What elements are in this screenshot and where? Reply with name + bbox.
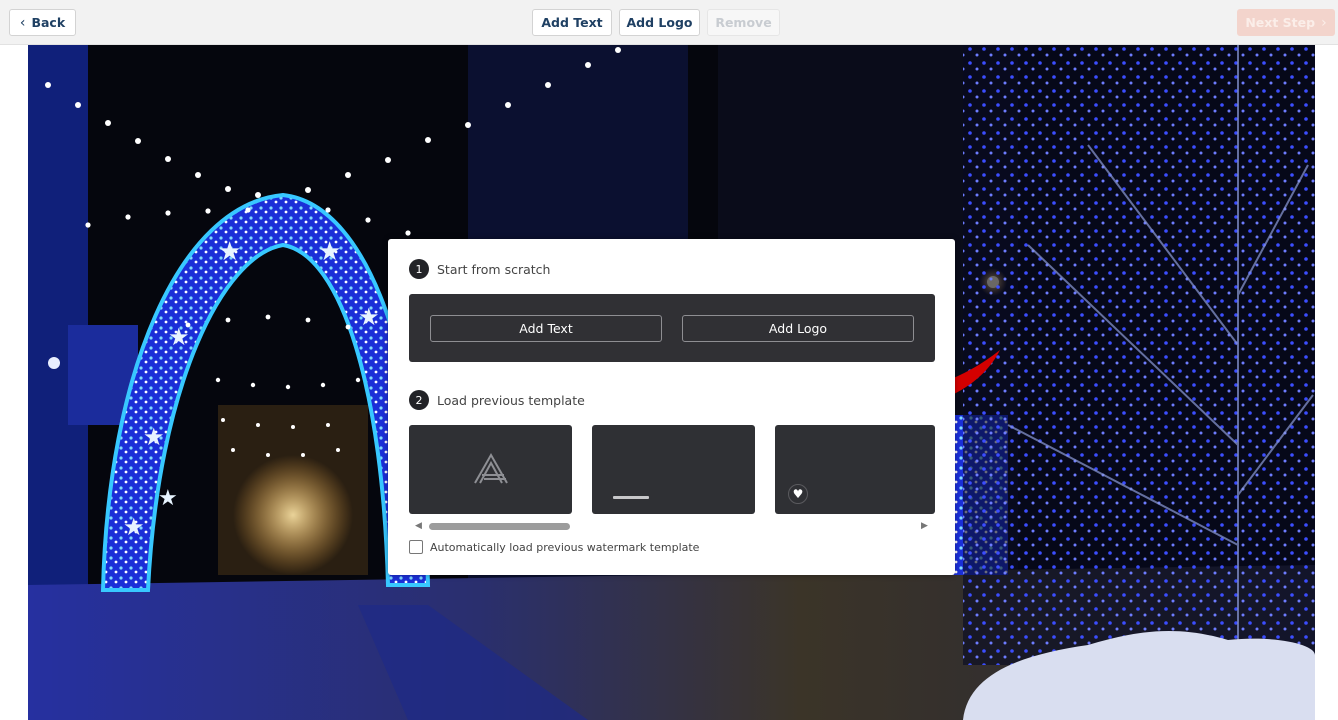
scrollbar-thumb[interactable] [429,523,570,530]
chevron-left-icon: ‹ [19,14,26,31]
next-step-button[interactable]: Next Step › [1237,9,1335,36]
svg-text:★: ★ [218,237,241,267]
watermark-template-panel: 1 Start from scratch Add Text Add Logo 2… [388,239,955,575]
start-from-scratch-box: Add Text Add Logo [409,294,935,362]
remove-button[interactable]: Remove [707,9,780,36]
svg-text:★: ★ [358,303,380,331]
panel-add-logo-button[interactable]: Add Logo [682,315,914,342]
top-toolbar: ‹ Back Add Text Add Logo Remove Next Ste… [0,0,1338,45]
step-2-number-badge: 2 [409,390,429,410]
auto-load-checkbox[interactable] [409,540,423,554]
svg-text:★: ★ [123,513,145,541]
panel-add-text-label: Add Text [519,321,573,336]
add-logo-label: Add Logo [626,15,693,30]
stylized-a-logo-icon [474,452,508,484]
small-text-watermark [613,496,649,499]
template-thumbnail-3[interactable]: ♥ [775,425,935,514]
panel-add-logo-label: Add Logo [768,321,828,336]
step-1-number-badge: 1 [409,259,429,279]
next-step-label: Next Step [1245,15,1316,30]
auto-load-option[interactable]: Automatically load previous watermark te… [409,540,699,554]
add-text-button[interactable]: Add Text [532,9,612,36]
template-thumbnail-2[interactable] [592,425,755,514]
remove-label: Remove [715,15,772,30]
step-1-title: Start from scratch [437,261,551,277]
chevron-right-icon: › [1321,14,1327,31]
back-button[interactable]: ‹ Back [9,9,76,36]
heart-badge-icon: ♥ [788,484,808,504]
auto-load-label: Automatically load previous watermark te… [430,540,700,554]
add-logo-button[interactable]: Add Logo [619,9,700,36]
scroll-right-arrow-icon[interactable]: ▶ [921,521,928,531]
panel-add-text-button[interactable]: Add Text [430,315,662,342]
step-1-header: 1 Start from scratch [409,259,550,279]
svg-text:★: ★ [143,423,165,451]
add-text-label: Add Text [541,15,603,30]
step-2-title: Load previous template [437,392,585,408]
template-scrollbar[interactable]: ◀ ▶ [409,520,935,532]
svg-text:★: ★ [158,486,178,511]
template-thumbnail-1[interactable] [409,425,572,514]
scroll-left-arrow-icon[interactable]: ◀ [415,521,422,531]
step-2-header: 2 Load previous template [409,390,585,410]
back-label: Back [31,15,66,30]
svg-text:★: ★ [168,323,190,351]
svg-text:★: ★ [318,237,341,267]
